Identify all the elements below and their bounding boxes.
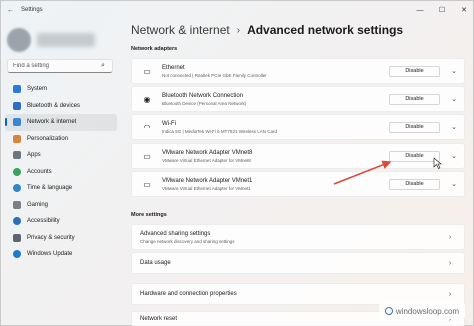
setting-name: Data usage bbox=[140, 260, 171, 266]
bluetooth-network-icon: ◉ bbox=[143, 94, 151, 104]
setting-name: Advanced sharing settings bbox=[140, 230, 211, 237]
ethernet-icon: ▭ bbox=[143, 151, 151, 161]
section-heading-network-adapters: Network adapters bbox=[131, 46, 178, 52]
sidebar-item-label: System bbox=[27, 86, 48, 93]
accounts-icon bbox=[13, 167, 21, 176]
adapter-bluetooth-network[interactable]: ◉ Bluetooth Network Connection Bluetooth… bbox=[131, 86, 465, 112]
sidebar-nav: System Bluetooth & devices Network & int… bbox=[5, 81, 117, 263]
sidebar-item-label: Apps bbox=[27, 152, 41, 159]
sidebar-item-label: Accounts bbox=[27, 168, 52, 175]
chevron-down-icon[interactable]: ⌄ bbox=[448, 67, 460, 75]
page-title: Advanced network settings bbox=[247, 23, 404, 37]
close-button[interactable]: ✕ bbox=[453, 1, 474, 19]
sidebar-item-system[interactable]: System bbox=[5, 81, 117, 98]
sidebar-item-label: Bluetooth & devices bbox=[27, 102, 81, 109]
sidebar-item-windows-update[interactable]: Windows Update bbox=[5, 246, 117, 263]
sidebar-item-label: Personalization bbox=[27, 135, 69, 142]
hardware-connection-properties[interactable]: Hardware and connection properties › bbox=[131, 283, 465, 305]
sidebar-item-time-language[interactable]: Time & language bbox=[5, 180, 117, 197]
sidebar-item-privacy-security[interactable]: Privacy & security bbox=[5, 230, 117, 247]
search-icon: ⌕ bbox=[101, 62, 105, 69]
sidebar-item-bluetooth[interactable]: Bluetooth & devices bbox=[5, 98, 117, 115]
sidebar-item-apps[interactable]: Apps bbox=[5, 147, 117, 164]
sidebar-item-network[interactable]: Network & internet bbox=[5, 114, 117, 131]
avatar bbox=[7, 28, 31, 52]
shield-icon bbox=[13, 233, 21, 242]
chevron-right-icon: › bbox=[448, 233, 452, 241]
disable-vmnet8-button[interactable]: Disable bbox=[389, 150, 440, 162]
ethernet-icon: ▭ bbox=[143, 66, 151, 76]
network-icon bbox=[13, 118, 21, 127]
sidebar-item-label: Accessibility bbox=[27, 218, 60, 225]
disable-bluetooth-network-button[interactable]: Disable bbox=[389, 93, 440, 105]
breadcrumb-parent[interactable]: Network & internet bbox=[131, 23, 230, 37]
adapter-wifi[interactable]: ◠ Wi-Fi Indica 5G | MediaTek Wi-Fi 6 MT7… bbox=[131, 114, 465, 140]
section-heading-more-settings: More settings bbox=[131, 212, 167, 218]
bluetooth-icon bbox=[13, 101, 21, 110]
search-box[interactable]: ⌕ bbox=[7, 59, 113, 73]
back-arrow-icon[interactable]: ← bbox=[7, 7, 17, 14]
update-icon bbox=[13, 250, 21, 259]
chevron-down-icon[interactable]: ⌄ bbox=[448, 152, 460, 160]
adapter-ethernet[interactable]: ▭ Ethernet Not connected | Realtek PCIe … bbox=[131, 58, 465, 84]
adapter-name: VMware Network Adapter VMnet1 bbox=[162, 177, 253, 184]
maximize-button[interactable]: ☐ bbox=[431, 1, 453, 19]
apps-icon bbox=[13, 151, 21, 160]
adapter-vmnet1[interactable]: ▭ VMware Network Adapter VMnet1 VMware V… bbox=[131, 171, 465, 197]
title-bar: ← Settings — ☐ ✕ bbox=[1, 1, 474, 19]
wifi-icon: ◠ bbox=[143, 122, 151, 132]
sidebar-item-label: Time & language bbox=[27, 185, 73, 192]
system-icon bbox=[13, 85, 21, 94]
adapter-vmnet8[interactable]: ▭ VMware Network Adapter VMnet8 VMware V… bbox=[131, 143, 465, 169]
adapter-description: Indica 5G | MediaTek Wi-Fi 6 MT7921 Wire… bbox=[162, 128, 277, 134]
disable-vmnet1-button[interactable]: Disable bbox=[389, 178, 440, 190]
advanced-sharing-settings[interactable]: Advanced sharing settings Change network… bbox=[131, 224, 465, 250]
adapter-name: Bluetooth Network Connection bbox=[162, 92, 244, 99]
setting-name: Hardware and connection properties bbox=[140, 291, 237, 297]
breadcrumb: Network & internet › Advanced network se… bbox=[131, 23, 403, 37]
window-controls: — ☐ ✕ bbox=[409, 1, 474, 19]
adapter-name: Ethernet bbox=[162, 64, 185, 71]
adapter-description: Not connected | Realtek PCIe GbE Family … bbox=[162, 72, 267, 78]
chevron-down-icon[interactable]: ⌄ bbox=[448, 123, 460, 131]
sidebar-item-accessibility[interactable]: Accessibility bbox=[5, 213, 117, 230]
breadcrumb-separator: › bbox=[236, 24, 241, 36]
adapter-description: VMware Virtual Ethernet Adapter for VMne… bbox=[162, 157, 251, 163]
setting-description: Change network discovery and sharing set… bbox=[140, 238, 235, 244]
sidebar-item-label: Privacy & security bbox=[27, 234, 75, 241]
adapter-name: VMware Network Adapter VMnet8 bbox=[162, 149, 253, 156]
sidebar-item-personalization[interactable]: Personalization bbox=[5, 131, 117, 148]
adapter-name: Wi-Fi bbox=[162, 120, 176, 127]
minimize-button[interactable]: — bbox=[409, 1, 431, 19]
sidebar-item-accounts[interactable]: Accounts bbox=[5, 164, 117, 181]
gaming-icon bbox=[13, 200, 21, 209]
brush-icon bbox=[13, 134, 21, 143]
chevron-down-icon[interactable]: ⌄ bbox=[448, 95, 460, 103]
sidebar-item-gaming[interactable]: Gaming bbox=[5, 197, 117, 214]
disable-wifi-button[interactable]: Disable bbox=[389, 121, 440, 133]
watermark-text: windowsloop.com bbox=[395, 306, 460, 316]
watermark-logo-icon bbox=[384, 307, 393, 315]
sidebar-item-label: Gaming bbox=[27, 201, 49, 208]
chevron-right-icon: › bbox=[448, 259, 452, 267]
disable-ethernet-button[interactable]: Disable bbox=[389, 65, 440, 77]
watermark: windowsloop.com bbox=[379, 303, 465, 319]
chevron-down-icon[interactable]: ⌄ bbox=[448, 180, 460, 188]
ethernet-icon: ▭ bbox=[143, 179, 151, 189]
search-input[interactable] bbox=[13, 63, 101, 69]
sidebar-item-label: Windows Update bbox=[27, 251, 73, 258]
accessibility-icon bbox=[13, 217, 21, 226]
user-name-blurred bbox=[37, 33, 95, 47]
user-profile[interactable] bbox=[7, 25, 97, 55]
adapter-description: VMware Virtual Ethernet Adapter for VMne… bbox=[162, 185, 251, 191]
app-title: Settings bbox=[21, 7, 43, 13]
sidebar: ⌕ System Bluetooth & devices Network & i… bbox=[1, 19, 121, 326]
data-usage[interactable]: Data usage › bbox=[131, 252, 465, 274]
time-language-icon bbox=[13, 184, 21, 193]
adapter-description: Bluetooth Device (Personal Area Network) bbox=[162, 100, 247, 106]
sidebar-item-label: Network & internet bbox=[27, 119, 77, 126]
chevron-right-icon: › bbox=[448, 290, 452, 298]
